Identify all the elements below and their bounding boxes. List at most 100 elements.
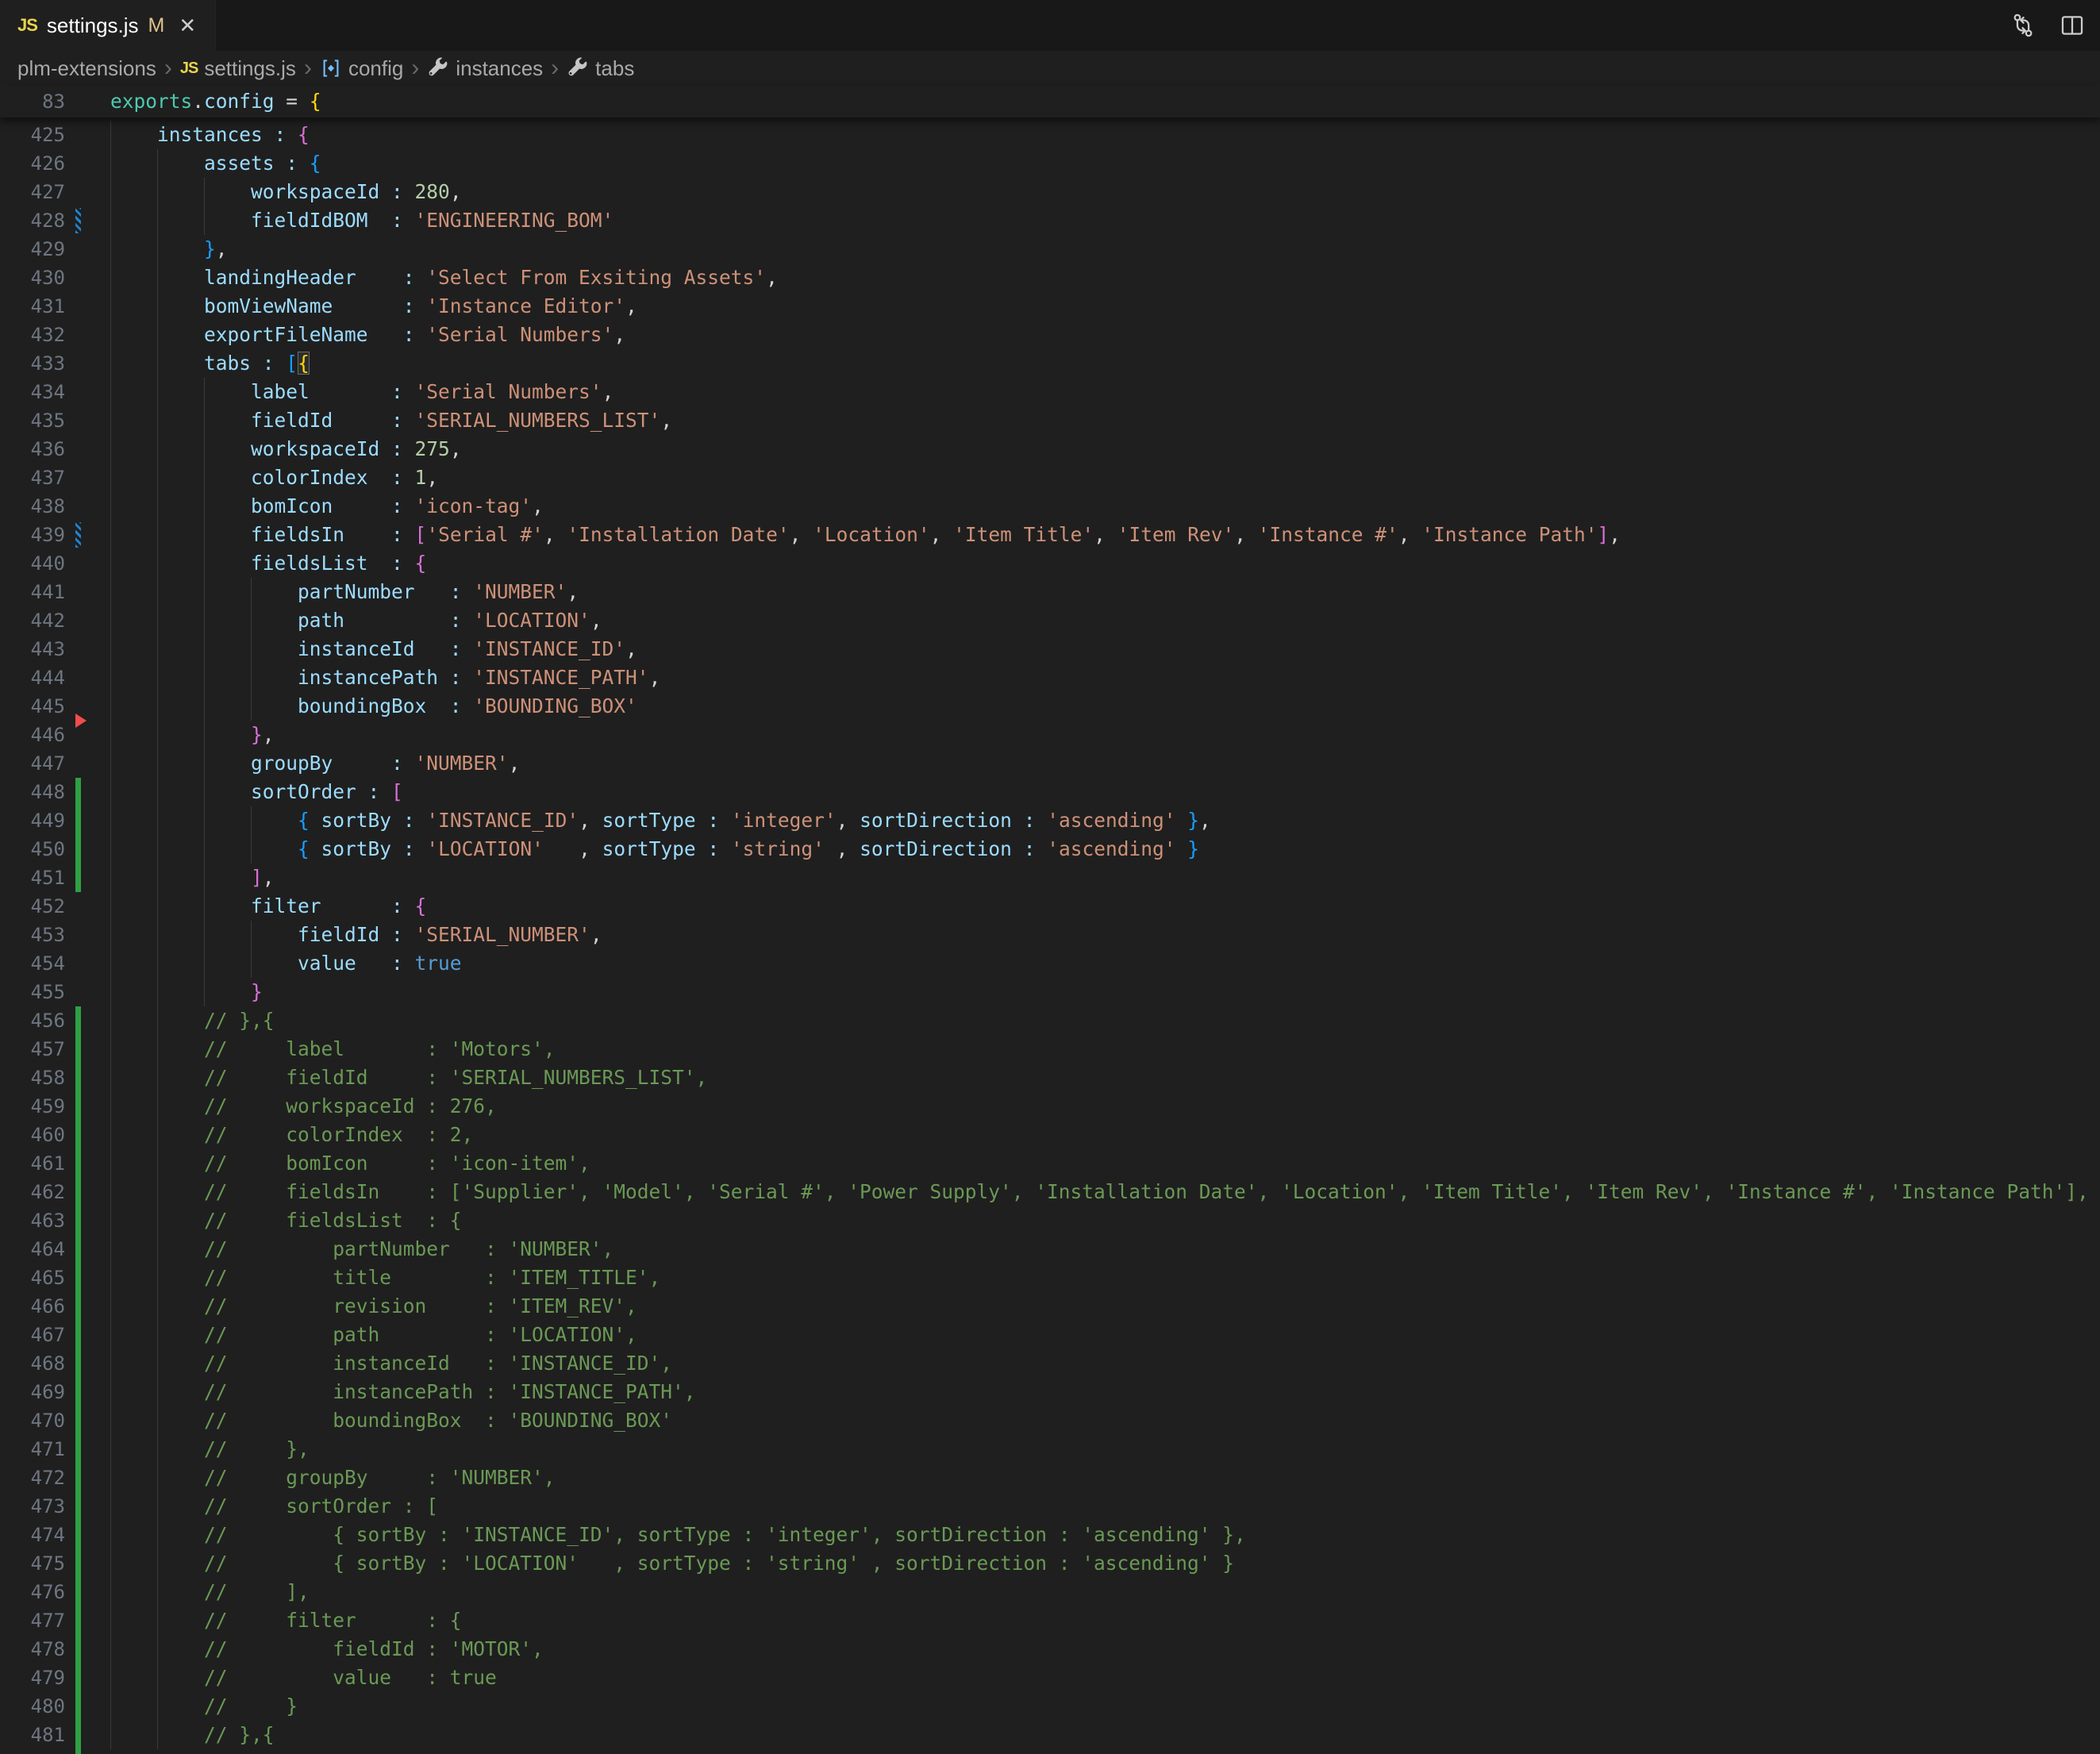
line-number[interactable]: 449 (0, 806, 65, 835)
line-number[interactable]: 478 (0, 1635, 65, 1664)
line-number[interactable]: 452 (0, 892, 65, 921)
split-editor-icon[interactable] (2059, 12, 2086, 39)
code-line[interactable]: 441 partNumber : 'NUMBER', (0, 578, 2100, 606)
sticky-line[interactable]: 83exports.config = { (0, 86, 2100, 117)
git-added-gutter-bar[interactable] (75, 1549, 81, 1578)
line-number[interactable]: 464 (0, 1235, 65, 1264)
git-added-gutter-bar[interactable] (75, 1692, 81, 1721)
code-line[interactable]: 452 filter : { (0, 892, 2100, 921)
code-line[interactable]: 449 { sortBy : 'INSTANCE_ID', sortType :… (0, 806, 2100, 835)
line-number[interactable]: 479 (0, 1664, 65, 1692)
code-line[interactable]: 428 fieldIdBOM : 'ENGINEERING_BOM' (0, 206, 2100, 235)
git-added-gutter-bar[interactable] (75, 1321, 81, 1349)
line-number[interactable]: 460 (0, 1121, 65, 1149)
code-line[interactable]: 435 fieldId : 'SERIAL_NUMBERS_LIST', (0, 406, 2100, 435)
open-changes-icon[interactable] (2010, 12, 2037, 39)
git-added-gutter-bar[interactable] (75, 864, 81, 892)
code-line[interactable]: 457 // label : 'Motors', (0, 1035, 2100, 1064)
git-deleted-gutter-arrow[interactable] (75, 714, 87, 728)
code-line[interactable]: 470 // boundingBox : 'BOUNDING_BOX' (0, 1406, 2100, 1435)
line-number[interactable]: 427 (0, 178, 65, 206)
line-number[interactable]: 432 (0, 321, 65, 349)
line-number[interactable]: 456 (0, 1006, 65, 1035)
git-added-gutter-bar[interactable] (75, 1064, 81, 1092)
code-line[interactable]: 458 // fieldId : 'SERIAL_NUMBERS_LIST', (0, 1064, 2100, 1092)
line-number[interactable]: 437 (0, 464, 65, 492)
code-line[interactable]: 468 // instanceId : 'INSTANCE_ID', (0, 1349, 2100, 1378)
sticky-scroll-line[interactable]: 83exports.config = { (0, 86, 2100, 117)
git-added-gutter-bar[interactable] (75, 1435, 81, 1464)
close-icon[interactable]: ✕ (179, 13, 196, 38)
git-added-gutter-bar[interactable] (75, 1235, 81, 1264)
code-line[interactable] (0, 1749, 2100, 1754)
code-line[interactable]: 426 assets : { (0, 149, 2100, 178)
line-number[interactable]: 431 (0, 292, 65, 321)
line-number[interactable]: 426 (0, 149, 65, 178)
code-line[interactable]: 431 bomViewName : 'Instance Editor', (0, 292, 2100, 321)
code-line[interactable]: 453 fieldId : 'SERIAL_NUMBER', (0, 921, 2100, 949)
line-number[interactable]: 480 (0, 1692, 65, 1721)
line-number[interactable]: 440 (0, 549, 65, 578)
code-line[interactable]: 462 // fieldsIn : ['Supplier', 'Model', … (0, 1178, 2100, 1206)
line-number[interactable]: 438 (0, 492, 65, 521)
line-number[interactable]: 466 (0, 1292, 65, 1321)
code-line[interactable]: 429 }, (0, 235, 2100, 263)
git-added-gutter-bar[interactable] (75, 1521, 81, 1549)
git-added-gutter-bar[interactable] (75, 1749, 81, 1754)
git-added-gutter-bar[interactable] (75, 1664, 81, 1692)
code-line[interactable]: 467 // path : 'LOCATION', (0, 1321, 2100, 1349)
code-line[interactable]: 434 label : 'Serial Numbers', (0, 378, 2100, 406)
line-number[interactable]: 434 (0, 378, 65, 406)
git-added-gutter-bar[interactable] (75, 1349, 81, 1378)
code-line[interactable]: 474 // { sortBy : 'INSTANCE_ID', sortTyp… (0, 1521, 2100, 1549)
code-line[interactable]: 440 fieldsList : { (0, 549, 2100, 578)
line-number[interactable]: 481 (0, 1721, 65, 1749)
git-added-gutter-bar[interactable] (75, 1578, 81, 1606)
line-number[interactable]: 448 (0, 778, 65, 806)
code-line[interactable]: 473 // sortOrder : [ (0, 1492, 2100, 1521)
code-line[interactable]: 436 workspaceId : 275, (0, 435, 2100, 464)
git-added-gutter-bar[interactable] (75, 1721, 81, 1749)
git-added-gutter-bar[interactable] (75, 1464, 81, 1492)
line-number[interactable]: 83 (0, 86, 65, 117)
git-added-gutter-bar[interactable] (75, 778, 81, 806)
line-number[interactable]: 473 (0, 1492, 65, 1521)
tab-settings-js[interactable]: JS settings.js M ✕ (0, 0, 216, 51)
code-line[interactable]: 464 // partNumber : 'NUMBER', (0, 1235, 2100, 1264)
line-number[interactable]: 470 (0, 1406, 65, 1435)
line-number[interactable]: 472 (0, 1464, 65, 1492)
line-number[interactable]: 428 (0, 206, 65, 235)
code-line[interactable]: 476 // ], (0, 1578, 2100, 1606)
line-number[interactable]: 453 (0, 921, 65, 949)
line-number[interactable]: 441 (0, 578, 65, 606)
line-number[interactable]: 430 (0, 263, 65, 292)
line-number[interactable]: 474 (0, 1521, 65, 1549)
code-line[interactable]: 478 // fieldId : 'MOTOR', (0, 1635, 2100, 1664)
line-number[interactable]: 468 (0, 1349, 65, 1378)
line-number[interactable]: 442 (0, 606, 65, 635)
git-added-gutter-bar[interactable] (75, 1606, 81, 1635)
code-line[interactable]: 447 groupBy : 'NUMBER', (0, 749, 2100, 778)
git-added-gutter-bar[interactable] (75, 1149, 81, 1178)
line-number[interactable]: 455 (0, 978, 65, 1006)
code-line[interactable]: 446 }, (0, 721, 2100, 749)
code-line[interactable]: 444 instancePath : 'INSTANCE_PATH', (0, 664, 2100, 692)
code-line[interactable]: 479 // value : true (0, 1664, 2100, 1692)
code-line[interactable]: 459 // workspaceId : 276, (0, 1092, 2100, 1121)
git-added-gutter-bar[interactable] (75, 1635, 81, 1664)
line-number[interactable]: 465 (0, 1264, 65, 1292)
code-line[interactable]: 477 // filter : { (0, 1606, 2100, 1635)
line-number[interactable]: 458 (0, 1064, 65, 1092)
code-line[interactable]: 427 workspaceId : 280, (0, 178, 2100, 206)
git-added-gutter-bar[interactable] (75, 1006, 81, 1035)
git-added-gutter-bar[interactable] (75, 835, 81, 864)
git-added-gutter-bar[interactable] (75, 1206, 81, 1235)
line-number[interactable]: 467 (0, 1321, 65, 1349)
line-number[interactable]: 462 (0, 1178, 65, 1206)
git-modified-gutter-bar[interactable] (75, 208, 81, 233)
line-number[interactable]: 471 (0, 1435, 65, 1464)
code-line[interactable]: 481 // },{ (0, 1721, 2100, 1749)
code-line[interactable]: 454 value : true (0, 949, 2100, 978)
line-number[interactable]: 433 (0, 349, 65, 378)
line-number[interactable]: 429 (0, 235, 65, 263)
